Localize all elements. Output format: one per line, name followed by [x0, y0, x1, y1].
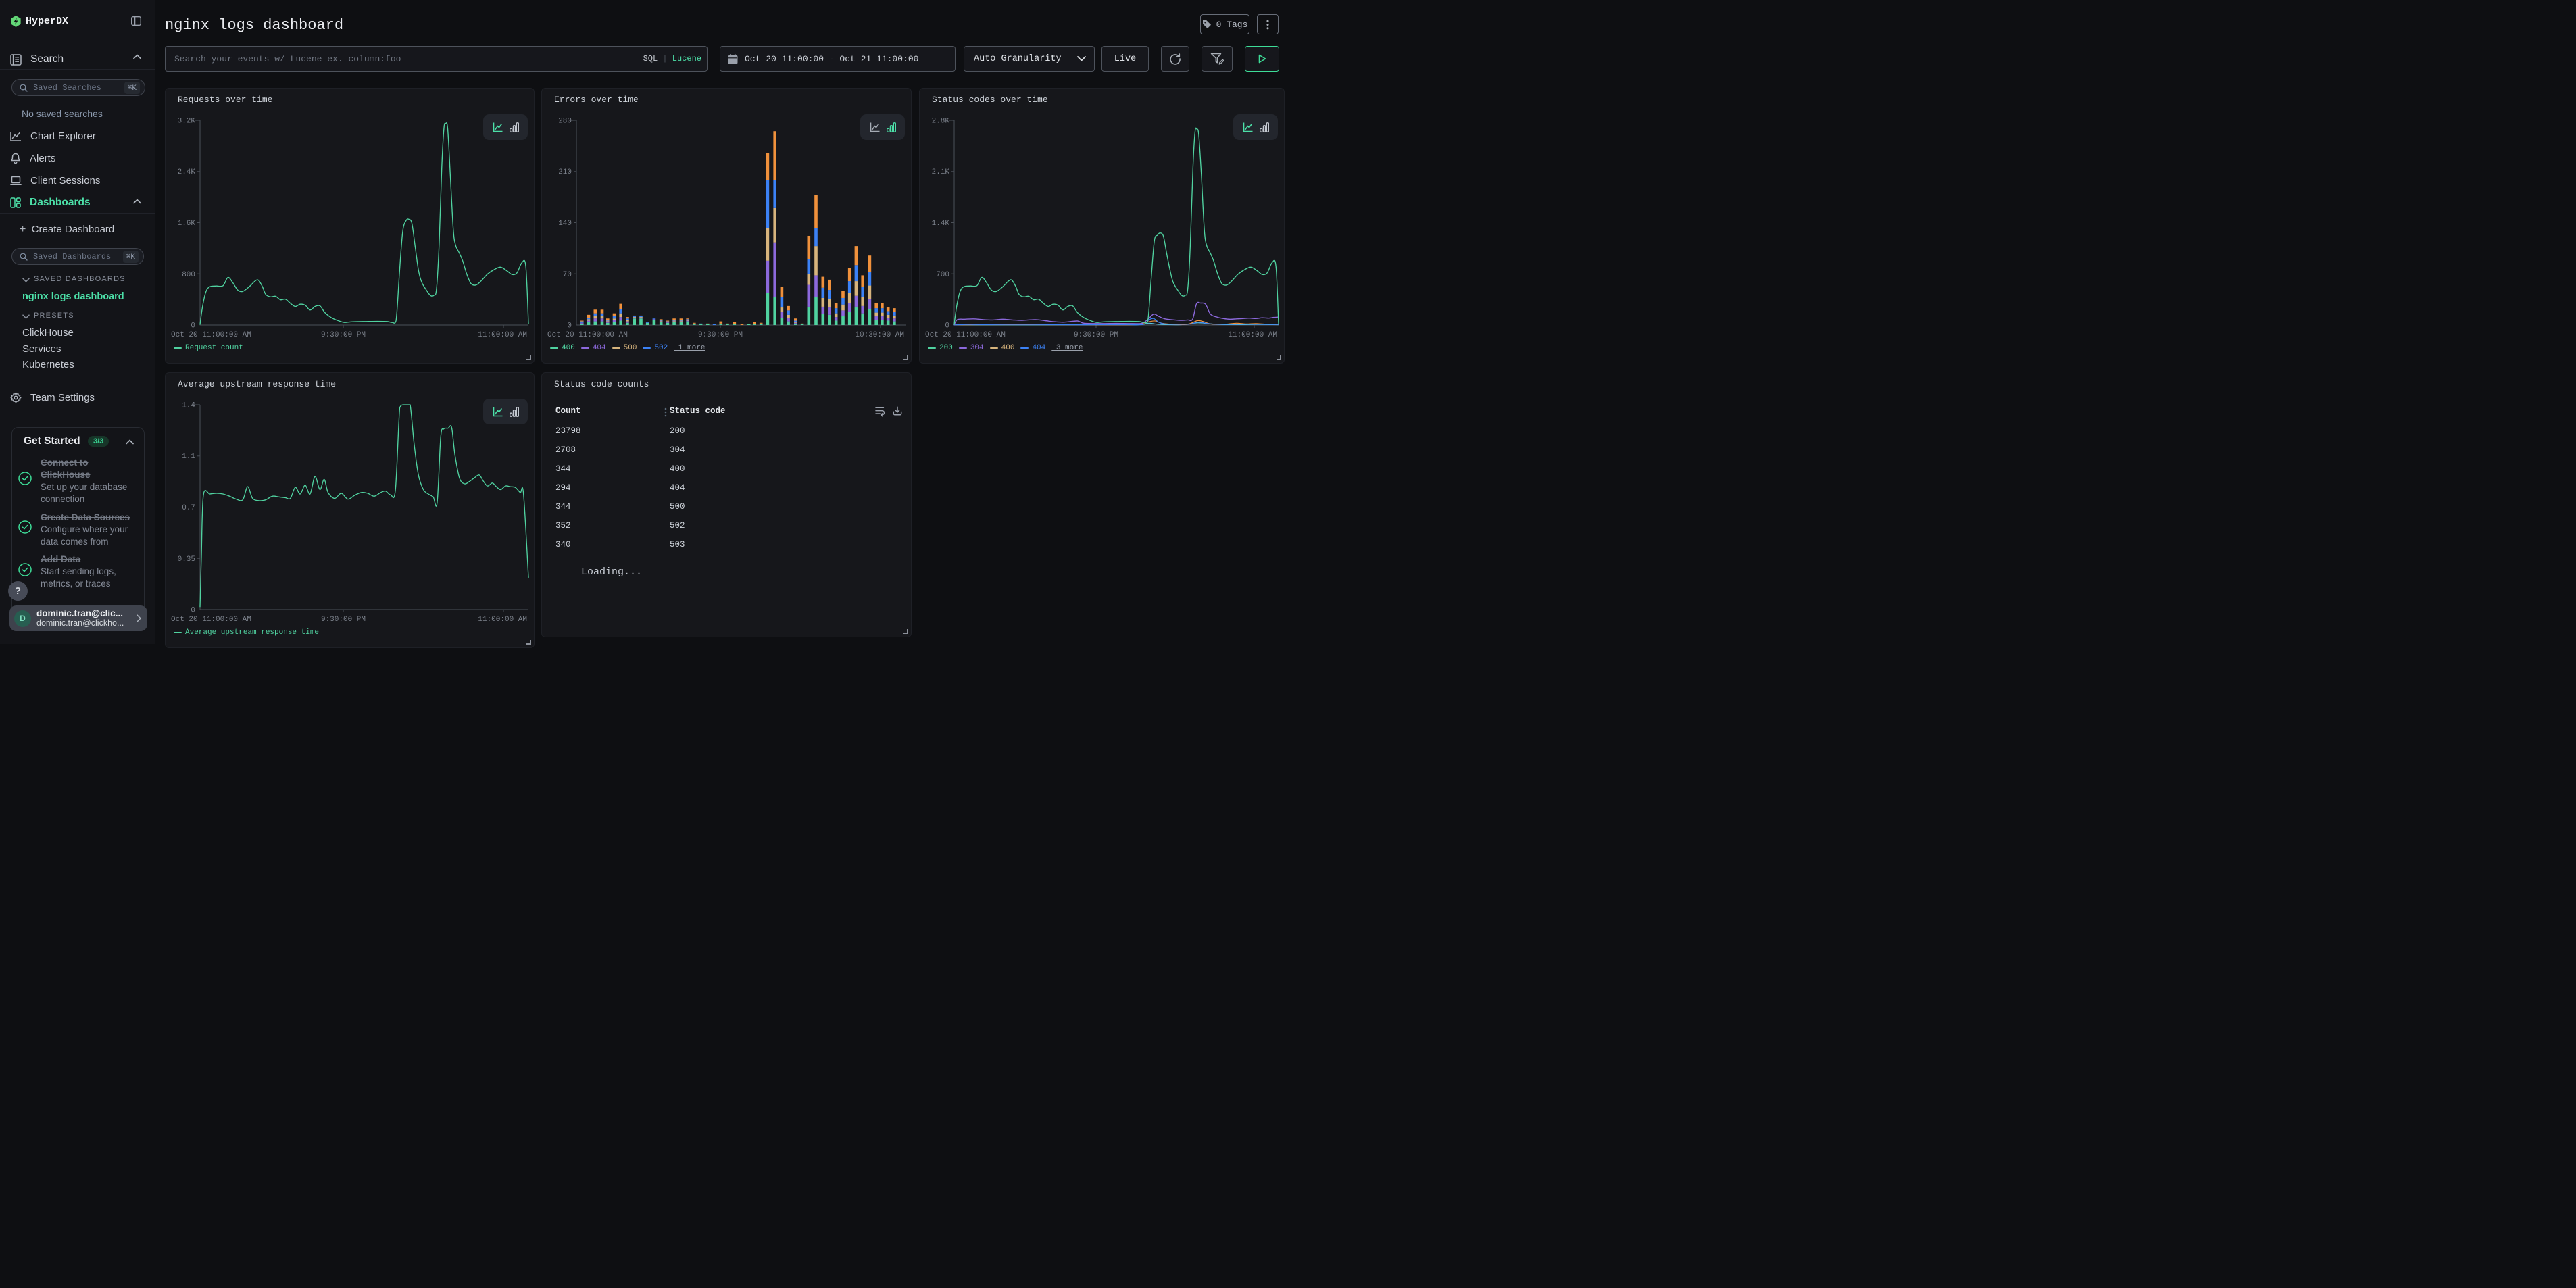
svg-text:1.1: 1.1	[182, 453, 195, 461]
svg-text:2.8K: 2.8K	[932, 118, 950, 126]
svg-text:1.4: 1.4	[182, 402, 195, 410]
svg-text:11:00:00 AM: 11:00:00 AM	[478, 331, 527, 339]
svg-text:11:00:00 AM: 11:00:00 AM	[478, 616, 527, 624]
svg-text:800: 800	[182, 271, 195, 279]
svg-text:2.1K: 2.1K	[932, 168, 950, 176]
svg-text:700: 700	[936, 271, 949, 279]
svg-text:1.6K: 1.6K	[178, 220, 196, 228]
svg-text:Oct 20 11:00:00 AM: Oct 20 11:00:00 AM	[171, 616, 251, 624]
svg-text:1.4K: 1.4K	[932, 220, 950, 228]
svg-text:0: 0	[567, 322, 572, 330]
svg-text:0.7: 0.7	[182, 504, 195, 512]
svg-text:3.2K: 3.2K	[178, 118, 196, 126]
svg-text:0: 0	[945, 322, 949, 330]
svg-text:Oct 20 11:00:00 AM: Oct 20 11:00:00 AM	[171, 331, 251, 339]
svg-text:Oct 20 11:00:00 AM: Oct 20 11:00:00 AM	[925, 331, 1006, 339]
svg-text:210: 210	[558, 168, 572, 176]
svg-text:10:30:00 AM: 10:30:00 AM	[855, 331, 904, 339]
svg-text:0: 0	[191, 607, 195, 615]
svg-text:280: 280	[558, 118, 572, 126]
svg-text:140: 140	[558, 220, 572, 228]
svg-text:9:30:00 PM: 9:30:00 PM	[321, 331, 366, 339]
svg-text:0: 0	[191, 322, 195, 330]
svg-text:2.4K: 2.4K	[178, 168, 196, 176]
svg-text:9:30:00 PM: 9:30:00 PM	[698, 331, 743, 339]
svg-text:Oct 20 11:00:00 AM: Oct 20 11:00:00 AM	[547, 331, 628, 339]
svg-text:70: 70	[563, 271, 572, 279]
svg-text:9:30:00 PM: 9:30:00 PM	[321, 616, 366, 624]
svg-text:9:30:00 PM: 9:30:00 PM	[1074, 331, 1118, 339]
svg-text:0.35: 0.35	[178, 555, 195, 564]
svg-text:11:00:00 AM: 11:00:00 AM	[1228, 331, 1277, 339]
